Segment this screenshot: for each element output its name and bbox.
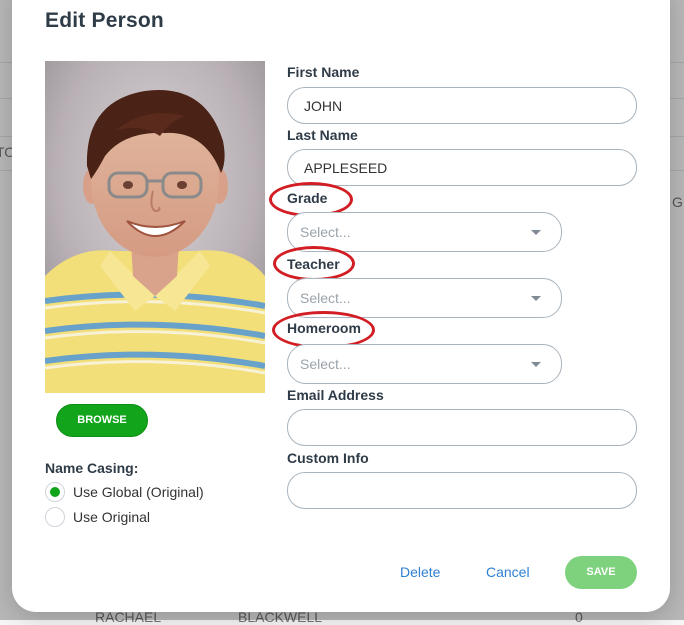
first-name-label: First Name [287, 64, 360, 80]
radio-button-checked[interactable] [45, 482, 65, 502]
cancel-button[interactable]: Cancel [486, 564, 530, 580]
chevron-down-icon [531, 295, 541, 301]
chevron-down-icon [531, 361, 541, 367]
last-name-input[interactable] [287, 149, 637, 186]
last-name-label: Last Name [287, 127, 358, 143]
first-name-input[interactable] [287, 87, 637, 124]
radio-label: Use Global (Original) [73, 484, 204, 500]
modal-title: Edit Person [45, 9, 164, 32]
radio-button[interactable] [45, 507, 65, 527]
email-input[interactable] [287, 409, 637, 446]
delete-button[interactable]: Delete [400, 564, 440, 580]
person-photo [45, 61, 265, 393]
radio-use-global-original[interactable]: Use Global (Original) [45, 482, 204, 502]
save-button[interactable]: SAVE [565, 556, 637, 589]
email-label: Email Address [287, 387, 384, 403]
radio-label: Use Original [73, 509, 151, 525]
radio-use-original[interactable]: Use Original [45, 507, 150, 527]
custom-info-input[interactable] [287, 472, 637, 509]
edit-person-modal: Edit Person BROWSE Name Casing: Use Glob… [12, 0, 670, 612]
teacher-annotation-circle [273, 246, 355, 281]
chevron-down-icon [531, 229, 541, 235]
grade-select-placeholder: Select... [300, 224, 351, 240]
teacher-select-placeholder: Select... [300, 290, 351, 306]
custom-info-label: Custom Info [287, 450, 369, 466]
name-casing-label: Name Casing: [45, 460, 139, 476]
homeroom-select-placeholder: Select... [300, 356, 351, 372]
homeroom-select[interactable]: Select... [287, 344, 562, 384]
grade-select[interactable]: Select... [287, 212, 562, 252]
browse-button[interactable]: BROWSE [56, 404, 148, 437]
